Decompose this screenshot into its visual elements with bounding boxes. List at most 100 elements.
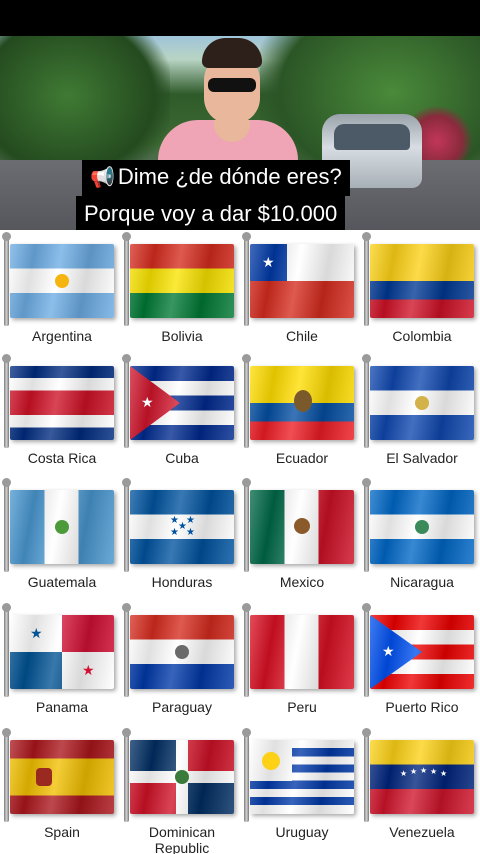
flag-pole: [122, 354, 131, 448]
flag-label: Cuba: [165, 450, 199, 466]
star-icon: ★: [262, 254, 275, 270]
caption-line-2-text: Porque voy a dar $10.000: [84, 201, 338, 226]
colombia-flag-icon: [370, 244, 474, 318]
flag-label: El Salvador: [386, 450, 458, 466]
star-icon: ★: [186, 515, 195, 526]
flag-card-venezuela[interactable]: ★ ★ ★ ★ ★ Venezuela: [360, 728, 480, 854]
coat-of-arms-icon: [175, 770, 189, 784]
top-black-bar: [0, 0, 480, 36]
puerto-rico-flag-icon: ★: [370, 615, 474, 689]
flag-label: Costa Rica: [27, 450, 97, 466]
ecuador-flag-icon: [250, 366, 354, 440]
flag-card-honduras[interactable]: ★ ★ ★ ★ ★ Honduras: [120, 478, 240, 605]
caption-line-1-text: Dime ¿de dónde eres?: [117, 164, 342, 189]
mexico-flag-icon: [250, 490, 354, 564]
flag-card-argentina[interactable]: Argentina: [0, 232, 120, 359]
flag-label: Peru: [287, 699, 317, 715]
flag-pole: [122, 728, 131, 822]
flag-card-paraguay[interactable]: Paraguay: [120, 603, 240, 730]
flag-card-costa-rica[interactable]: Costa Rica: [0, 354, 120, 481]
flag-card-chile[interactable]: ★ Chile: [240, 232, 360, 359]
coat-of-arms-icon: [36, 768, 52, 786]
spain-flag-icon: [10, 740, 114, 814]
flag-pole: [2, 603, 11, 697]
coat-of-arms-icon: [415, 396, 429, 410]
flag-label: Colombia: [392, 328, 452, 344]
flag-label: Venezuela: [389, 824, 455, 840]
coat-of-arms-icon: [55, 520, 69, 534]
flag-pole: [242, 232, 251, 326]
flag-pole: [242, 354, 251, 448]
flag-label: Bolivia: [161, 328, 203, 344]
flag-label: Argentina: [32, 328, 92, 344]
uruguay-flag-icon: [250, 740, 354, 814]
flag-card-el-salvador[interactable]: El Salvador: [360, 354, 480, 481]
flag-label: Uruguay: [275, 824, 329, 840]
flag-label: Paraguay: [152, 699, 212, 715]
coat-of-arms-icon: [415, 520, 429, 534]
star-icon: ★: [410, 767, 418, 776]
flag-pole: [362, 354, 371, 448]
flag-pole: [2, 232, 11, 326]
flag-card-spain[interactable]: Spain: [0, 728, 120, 854]
honduras-flag-icon: ★ ★ ★ ★ ★: [130, 490, 234, 564]
flag-label: Spain: [44, 824, 80, 840]
flag-label: Nicaragua: [390, 574, 454, 590]
flag-label: Guatemala: [27, 574, 97, 590]
flag-label: Chile: [286, 328, 318, 344]
flag-pole: [362, 478, 371, 572]
flag-pole: [122, 478, 131, 572]
flag-label: Puerto Rico: [385, 699, 459, 715]
argentina-flag-icon: [10, 244, 114, 318]
star-icon: ★: [82, 662, 95, 678]
star-icon: ★: [440, 769, 448, 778]
star-icon: ★: [420, 766, 428, 775]
flag-card-uruguay[interactable]: Uruguay: [240, 728, 360, 854]
flag-card-puerto-rico[interactable]: ★ Puerto Rico: [360, 603, 480, 730]
flag-card-mexico[interactable]: Mexico: [240, 478, 360, 605]
star-icon: ★: [400, 769, 408, 778]
flag-label: Ecuador: [275, 450, 329, 466]
flag-card-bolivia[interactable]: Bolivia: [120, 232, 240, 359]
eagle-emblem-icon: [294, 518, 310, 534]
caption-line-2: Porque voy a dar $10.000: [76, 196, 346, 232]
flag-card-ecuador[interactable]: Ecuador: [240, 354, 360, 481]
star-icon: ★: [141, 394, 154, 410]
star-icon: ★: [30, 625, 43, 641]
flag-card-dominican-republic[interactable]: Dominican Republic: [120, 728, 240, 854]
sun-icon: [55, 274, 69, 288]
star-icon: ★: [382, 643, 395, 659]
costa-rica-flag-icon: [10, 366, 114, 440]
panama-flag-icon: ★ ★: [10, 615, 114, 689]
flag-card-peru[interactable]: Peru: [240, 603, 360, 730]
flag-pole: [242, 728, 251, 822]
guatemala-flag-icon: [10, 490, 114, 564]
flag-card-cuba[interactable]: ★ Cuba: [120, 354, 240, 481]
flag-label: Mexico: [279, 574, 325, 590]
nicaragua-flag-icon: [370, 490, 474, 564]
seal-icon: [175, 645, 189, 659]
peru-flag-icon: [250, 615, 354, 689]
flag-pole: [122, 232, 131, 326]
star-icon: ★: [430, 767, 438, 776]
flags-grid: Argentina Bolivia ★ Chile Colombia Costa…: [0, 230, 480, 854]
flag-card-colombia[interactable]: Colombia: [360, 232, 480, 359]
chile-flag-icon: ★: [250, 244, 354, 318]
flag-card-panama[interactable]: ★ ★ Panama: [0, 603, 120, 730]
flag-card-nicaragua[interactable]: Nicaragua: [360, 478, 480, 605]
venezuela-flag-icon: ★ ★ ★ ★ ★: [370, 740, 474, 814]
dominican-republic-flag-icon: [130, 740, 234, 814]
el-salvador-flag-icon: [370, 366, 474, 440]
flag-pole: [362, 603, 371, 697]
flag-pole: [2, 478, 11, 572]
flag-label: Honduras: [151, 574, 213, 590]
flag-card-guatemala[interactable]: Guatemala: [0, 478, 120, 605]
flag-pole: [242, 603, 251, 697]
flag-label: Panama: [35, 699, 89, 715]
flag-pole: [2, 728, 11, 822]
flag-pole: [362, 232, 371, 326]
cuba-flag-icon: ★: [130, 366, 234, 440]
flag-pole: [2, 354, 11, 448]
star-icon: ★: [170, 527, 179, 538]
sunglasses: [208, 78, 256, 92]
